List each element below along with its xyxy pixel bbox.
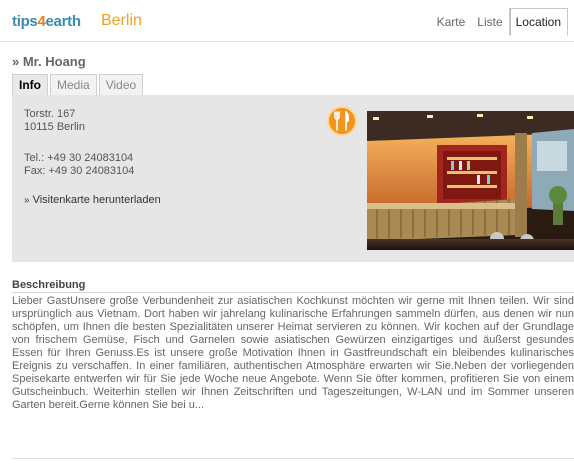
nav-karte[interactable]: Karte xyxy=(431,9,472,35)
tab-media[interactable]: Media xyxy=(50,74,97,95)
divider xyxy=(12,292,574,293)
contact: Tel.: +49 30 24083104 Fax: +49 30 240831… xyxy=(24,152,134,178)
address: Torstr. 167 10115 Berlin xyxy=(24,108,85,134)
nav-location[interactable]: Location xyxy=(508,8,568,36)
fax-number: Fax: +49 30 24083104 xyxy=(24,165,135,177)
view-nav: Karte Liste Location xyxy=(431,8,568,36)
phone-number: Tel.: +49 30 24083104 xyxy=(24,152,134,164)
detail-tabs: Info Media Video xyxy=(12,74,145,95)
location-photo[interactable] xyxy=(367,111,574,250)
address-street: Torstr. 167 xyxy=(24,108,76,120)
info-panel: Torstr. 167 10115 Berlin Tel.: +49 30 24… xyxy=(12,95,574,262)
logo-text-tips: tips xyxy=(12,13,38,30)
logo-text-earth: earth xyxy=(45,13,81,30)
logo[interactable]: tips4earth xyxy=(12,13,81,30)
restaurant-icon xyxy=(327,106,357,136)
logo-text-4: 4 xyxy=(37,13,46,30)
nav-liste[interactable]: Liste xyxy=(471,9,508,35)
app-header: tips4earth Berlin Karte Liste Location xyxy=(0,0,574,42)
tab-video[interactable]: Video xyxy=(98,74,144,95)
vcard-download-link[interactable]: » Visitenkarte herunterladen xyxy=(24,194,161,206)
divider xyxy=(12,458,574,459)
vcard-label: Visitenkarte herunterladen xyxy=(32,194,161,206)
vcard-arrow: » xyxy=(24,195,30,206)
page-title: » Mr. Hoang xyxy=(12,54,86,69)
address-city: 10115 Berlin xyxy=(24,121,85,133)
tab-info[interactable]: Info xyxy=(12,74,48,95)
description-heading: Beschreibung xyxy=(12,279,86,291)
description-text: Lieber GastUnsere große Verbundenheit zu… xyxy=(12,295,574,411)
city-name: Berlin xyxy=(101,12,142,29)
